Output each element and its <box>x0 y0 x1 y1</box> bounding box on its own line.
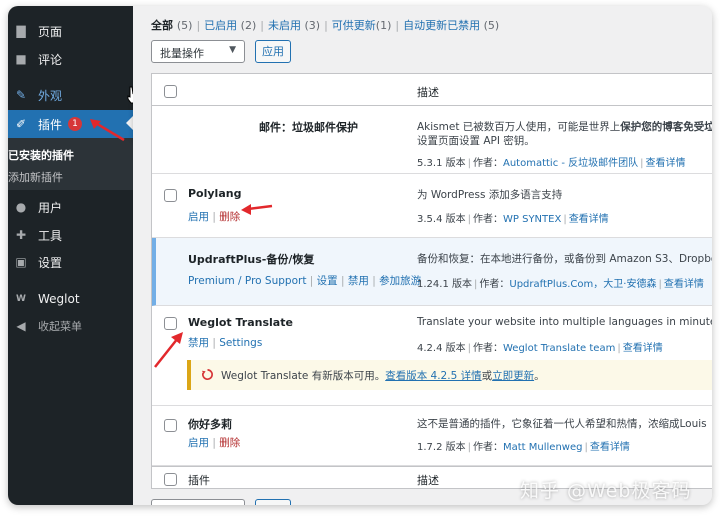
table-row: UpdraftPlus-备份/恢复 Premium / Pro Support … <box>152 238 712 306</box>
filter-autoupdate-disabled[interactable]: 自动更新已禁用 (5) <box>403 19 499 32</box>
plugins-main-content: 全部 (5) | 已启用 (2) | 未启用 (3) | 可供更新(1) | 自动更新已禁用 (… <box>133 6 712 505</box>
apply-button-bottom[interactable] <box>255 499 291 505</box>
sidebar-item-users[interactable]: ● 用户 <box>8 194 133 220</box>
filter-inactive[interactable]: 未启用 (3) <box>268 19 320 32</box>
column-name-footer: 插件 <box>188 474 210 487</box>
plugin-status-filters: 全部 (5) | 已启用 (2) | 未启用 (3) | 可供更新(1) | 自动更新已禁用 (… <box>151 19 500 32</box>
plugin-description: 这不是普通的插件，它象征着一代人希望和热情，浓缩成Louis <box>417 418 707 430</box>
submenu-add-new-plugin[interactable]: 添加新插件 <box>8 169 63 185</box>
row-actions: 启用 | 删除 <box>188 437 241 449</box>
bulk-action-select-bottom[interactable] <box>151 499 245 505</box>
sidebar-item-comments[interactable]: ■ 评论 <box>8 46 133 72</box>
select-all-checkbox[interactable] <box>164 85 177 98</box>
collapse-icon: ◀ <box>16 319 26 333</box>
admin-sidebar: ▇ 页面 ■ 评论 ✎ 外观 ✐ 插件 1 已安装的插件 添加新插件 ● 用户 … <box>8 6 133 505</box>
table-row: Polylang 启用 | 删除 为 WordPress 添加多语言支持 3.5… <box>152 174 712 238</box>
update-count-badge: 1 <box>68 117 83 131</box>
comment-icon: ■ <box>15 52 27 66</box>
filter-active[interactable]: 已启用 (2) <box>204 19 256 32</box>
plugin-meta: 1.24.1 版本 | 作者：UpdraftPlus.Com，大卫·安德森 | 查看详情 <box>417 279 704 290</box>
bulk-action-select[interactable]: 批量操作 ▼ <box>151 40 245 63</box>
plugins-submenu: 已安装的插件 添加新插件 <box>8 138 133 190</box>
annotation-arrow-icon <box>241 204 273 215</box>
apply-button[interactable]: 应用 <box>255 40 291 63</box>
plugin-author-link[interactable]: WP SYNTEX <box>503 214 561 225</box>
plugin-details-link[interactable]: 查看详情 <box>646 158 686 169</box>
plugin-author-link[interactable]: UpdraftPlus.Com，大卫·安德森 <box>509 279 656 290</box>
column-description-footer: 描述 <box>417 474 439 487</box>
plugin-details-link[interactable]: 查看详情 <box>623 343 663 354</box>
plugin-meta: 5.3.1 版本 | 作者：Automattic - 反垃圾邮件团队 | 查看详情 <box>417 158 686 169</box>
settings-icon: ▣ <box>15 255 27 269</box>
row-actions: 启用 | 删除 <box>188 211 241 223</box>
watermark: 知乎 @Web极客码 <box>520 480 692 502</box>
wrench-icon: ✚ <box>15 228 27 242</box>
plugin-author-link[interactable]: Automattic - 反垃圾邮件团队 <box>503 158 638 169</box>
plugin-name: 你好多莉 <box>188 418 232 431</box>
sidebar-item-appearance[interactable]: ✎ 外观 <box>8 82 133 108</box>
update-icon <box>201 369 213 380</box>
update-now-link[interactable]: 立即更新 <box>492 370 534 382</box>
plugin-name: Weglot Translate <box>188 316 293 329</box>
row-checkbox[interactable] <box>164 317 177 330</box>
table-row: 邮件：垃圾邮件保护 Akismet 已被数百万人使用，可能是世界上保护您的博客免… <box>152 106 712 174</box>
activate-link[interactable]: 启用 <box>188 437 209 449</box>
plugin-description: 备份和恢复：在本地进行备份，或备份到 Amazon S3、Dropbox <box>417 253 712 265</box>
plugin-details-link[interactable]: 查看详情 <box>664 279 704 290</box>
update-notice: Weglot Translate 有新版本可用。查看版本 4.2.5 详情或立即… <box>187 360 712 390</box>
submenu-installed-plugins[interactable]: 已安装的插件 <box>8 147 74 163</box>
sidebar-item-weglot[interactable]: W Weglot <box>8 286 133 312</box>
column-description-header: 描述 <box>417 86 439 99</box>
table-row: 你好多莉 启用 | 删除 这不是普通的插件，它象征着一代人希望和热情，浓缩成Lo… <box>152 406 712 466</box>
weglot-icon: W <box>16 294 26 304</box>
sidebar-collapse-menu[interactable]: ◀ 收起菜单 <box>8 313 133 339</box>
filter-update-available[interactable]: 可供更新(1) <box>332 19 392 32</box>
plugin-name: 邮件：垃圾邮件保护 <box>259 121 358 134</box>
row-checkbox[interactable] <box>164 419 177 432</box>
plugin-details-link[interactable]: 查看详情 <box>590 442 630 453</box>
select-all-checkbox-footer[interactable] <box>164 473 177 486</box>
row-actions: 禁用 | Settings <box>188 337 263 349</box>
browser-frame: ▇ 页面 ■ 评论 ✎ 外观 ✐ 插件 1 已安装的插件 添加新插件 ● 用户 … <box>8 6 712 505</box>
plugins-table: 描述 邮件：垃圾邮件保护 Akismet 已被数百万人使用，可能是世界上保护您的… <box>151 73 712 489</box>
sidebar-item-pages[interactable]: ▇ 页面 <box>8 18 133 44</box>
settings-link[interactable]: Settings <box>219 337 262 349</box>
page-icon: ▇ <box>16 24 26 38</box>
settings-link[interactable]: 设置 <box>317 275 338 287</box>
plugin-description: 为 WordPress 添加多语言支持 <box>417 189 563 201</box>
annotation-arrow-icon <box>90 119 125 142</box>
sidebar-item-tools[interactable]: ✚ 工具 <box>8 222 133 248</box>
tour-link[interactable]: 参加旅游 <box>379 275 421 287</box>
chevron-down-icon: ▼ <box>229 45 236 55</box>
filter-all[interactable]: 全部 (5) <box>151 19 192 32</box>
brush-icon: ✎ <box>15 88 27 102</box>
plugin-meta: 3.5.4 版本 | 作者：WP SYNTEX | 查看详情 <box>417 214 609 225</box>
delete-link[interactable]: 删除 <box>219 211 240 223</box>
table-row: Weglot Translate 禁用 | Settings Translate… <box>152 306 712 406</box>
sidebar-item-settings[interactable]: ▣ 设置 <box>8 249 133 275</box>
row-actions: Premium / Pro Support | 设置 | 禁用 | 参加旅游 <box>188 275 422 287</box>
plugin-description: Translate your website into multiple lan… <box>417 316 712 328</box>
plugin-meta: 4.2.4 版本 | 作者：Weglot Translate team | 查看详情 <box>417 343 663 354</box>
plugin-name: Polylang <box>188 187 242 200</box>
plugin-author-link[interactable]: Weglot Translate team <box>503 343 615 354</box>
delete-link[interactable]: 删除 <box>219 437 240 449</box>
annotation-arrow-icon <box>154 332 183 368</box>
plugin-description: Akismet 已被数百万人使用，可能是世界上保护您的博客免受垃 <box>417 121 712 133</box>
user-icon: ● <box>15 200 27 214</box>
plugin-details-link[interactable]: 查看详情 <box>569 214 609 225</box>
table-header: 描述 <box>152 74 712 106</box>
plugin-meta: 1.7.2 版本 | 作者：Matt Mullenweg | 查看详情 <box>417 442 630 453</box>
plugin-description-line2: 设置页面设置 API 密钥。 <box>417 135 535 147</box>
plugin-author-link[interactable]: Matt Mullenweg <box>503 442 582 453</box>
deactivate-link[interactable]: 禁用 <box>348 275 369 287</box>
support-link[interactable]: Premium / Pro Support <box>188 275 306 287</box>
deactivate-link[interactable]: 禁用 <box>188 337 209 349</box>
plugin-icon: ✐ <box>15 117 27 131</box>
plugin-name: UpdraftPlus-备份/恢复 <box>188 253 315 266</box>
view-version-details-link[interactable]: 查看版本 4.2.5 详情 <box>385 370 481 382</box>
row-checkbox[interactable] <box>164 189 177 202</box>
activate-link[interactable]: 启用 <box>188 211 209 223</box>
